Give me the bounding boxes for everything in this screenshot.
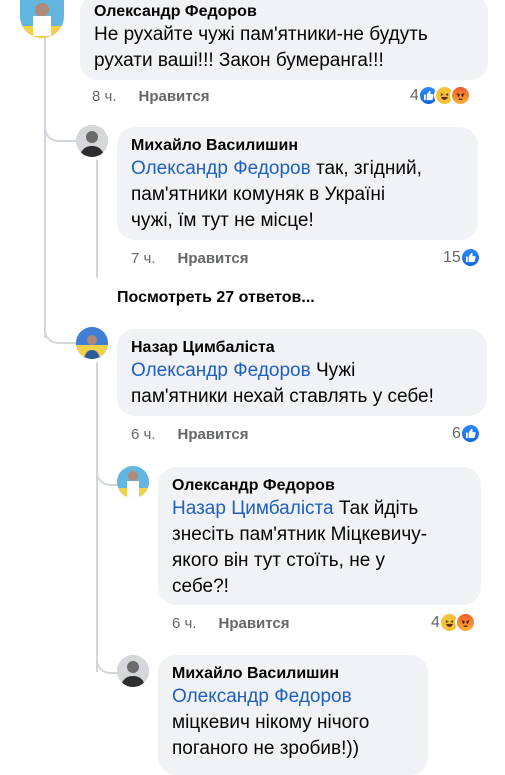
avatar-photo	[117, 655, 149, 687]
thread-connector	[96, 460, 118, 486]
like-button[interactable]: Нравится	[178, 426, 249, 443]
view-more-replies-link[interactable]: Посмотреть 27 ответов...	[117, 289, 315, 307]
thread-line	[96, 160, 98, 278]
reactions[interactable]: 4	[410, 85, 471, 106]
like-button[interactable]: Нравится	[139, 88, 210, 105]
mention-link[interactable]: Олександр Федоров	[172, 684, 414, 710]
thumbs-up-icon	[459, 423, 481, 444]
reactions[interactable]: 15	[443, 247, 481, 268]
comment-time[interactable]: 7 ч.	[131, 250, 156, 267]
avatar[interactable]	[117, 466, 149, 498]
comment-meta: 8 ч. Нравится	[92, 88, 210, 105]
comment-bubble: Михайло Василишин Олександр Федоров міцк…	[158, 655, 428, 775]
like-button[interactable]: Нравится	[178, 250, 249, 267]
reaction-count: 15	[443, 248, 461, 266]
comment-author[interactable]: Михайло Василишин	[172, 664, 414, 684]
comment-text-line: Не рухайте чужі пам'ятники-не будуть	[94, 24, 428, 45]
comment-text-line: пам'ятники комуняк в Україні	[131, 184, 386, 205]
mention-text[interactable]: Олександр Федоров	[172, 686, 352, 707]
comment-author[interactable]: Олександр Федоров	[94, 2, 474, 22]
thread-connector	[44, 320, 76, 344]
comment-text-line: пам'ятники нехай ставлять у себе!	[131, 386, 434, 407]
comment-bubble: Олександр Федоров Не рухайте чужі пам'ят…	[80, 0, 488, 80]
comment-text-line: Олександр Федоров так, згідний,	[131, 156, 464, 182]
comment-bubble: Михайло Василишин Олександр Федоров так,…	[117, 127, 478, 240]
comment-author[interactable]: Олександр Федоров	[172, 476, 467, 496]
like-button[interactable]: Нравится	[219, 615, 290, 632]
comment-text-line: міцкевич нікому нічого	[172, 712, 370, 733]
avatar-photo	[76, 125, 108, 157]
comment-author[interactable]: Михайло Василишин	[131, 136, 464, 156]
comment-text: Чужі	[310, 360, 356, 381]
thumbs-up-icon	[459, 247, 481, 268]
avatar-photo	[20, 0, 64, 38]
comment-text: так, згідний,	[310, 158, 422, 179]
avatar[interactable]	[76, 327, 108, 359]
angry-emoji-icon	[454, 612, 476, 633]
angry-emoji-icon	[449, 85, 471, 106]
comment-meta: 6 ч. Нравится	[131, 426, 249, 443]
mention-link[interactable]: Олександр Федоров	[131, 158, 311, 179]
comment-text-line: Назар Цимбаліста Так йдіть	[172, 496, 467, 522]
avatar[interactable]	[117, 655, 149, 687]
thread-connector	[96, 648, 118, 674]
avatar[interactable]	[76, 125, 108, 157]
comment-text-line: поганого не зробив!))	[172, 738, 360, 759]
comment-text-line: рухати ваші!!! Закон бумеранга!!!	[94, 50, 384, 71]
comment-time[interactable]: 6 ч.	[172, 615, 197, 632]
comment-text-line: якого він тут стоїть, не у	[172, 550, 386, 571]
comment-text: Так йдіть	[333, 498, 419, 519]
comment-text-line: себе?!	[172, 576, 229, 597]
comment-bubble: Олександр Федоров Назар Цимбаліста Так й…	[158, 467, 481, 605]
comment-meta: 7 ч. Нравится	[131, 250, 249, 267]
avatar[interactable]	[20, 0, 64, 38]
thread-connector	[44, 118, 76, 142]
avatar-photo	[117, 466, 149, 498]
comment-text-line: Олександр Федоров Чужі	[131, 358, 473, 384]
comment-meta: 6 ч. Нравится	[172, 615, 290, 632]
mention-link[interactable]: Назар Цимбаліста	[172, 498, 334, 519]
comment-time[interactable]: 8 ч.	[92, 88, 117, 105]
avatar-photo	[76, 327, 108, 359]
comment-author[interactable]: Назар Цимбаліста	[131, 338, 473, 358]
comment-time[interactable]: 6 ч.	[131, 426, 156, 443]
thread-line	[44, 38, 46, 338]
thread-line	[96, 362, 98, 672]
comment-bubble: Назар Цимбаліста Олександр Федоров Чужі …	[117, 329, 487, 416]
reactions[interactable]: 4	[431, 612, 476, 633]
mention-link[interactable]: Олександр Федоров	[131, 360, 311, 381]
comment-text-line: знесіть пам'ятник Міцкевичу-	[172, 524, 428, 545]
comment-text-line: чужі, їм тут не місце!	[131, 210, 314, 231]
reactions[interactable]: 6	[452, 423, 481, 444]
